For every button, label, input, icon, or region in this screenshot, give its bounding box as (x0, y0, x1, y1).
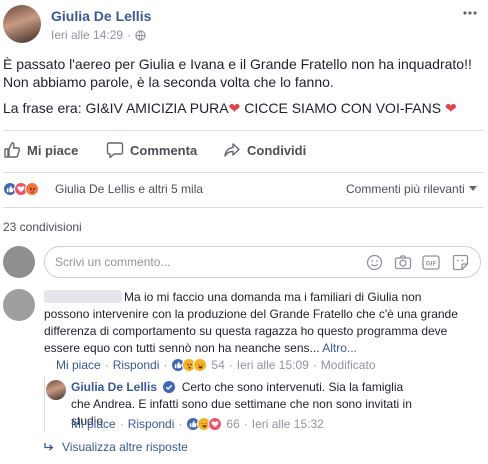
reply-timestamp[interactable]: Ieri alle 15:32 (252, 417, 324, 431)
separator: · (243, 417, 248, 431)
comment-input-placeholder: Scrivi un commento... (55, 255, 171, 269)
reply-reaction-count: 66 (226, 417, 240, 431)
thumbs-up-icon (3, 141, 21, 159)
reply-thread-line (44, 377, 45, 433)
post-text-line-2: Non abbiamo parole, è la seconda volta c… (3, 74, 334, 90)
comment-reply-link[interactable]: Rispondi (113, 358, 160, 372)
comment-sort-dropdown[interactable]: Commenti più rilevanti (346, 182, 477, 196)
globe-icon (135, 29, 146, 41)
post-text: È passato l'aereo per Giulia e Ivana e i… (3, 55, 487, 117)
like-button-label: Mi piace (27, 142, 79, 158)
comment-see-more-link[interactable]: Altro... (322, 341, 357, 355)
comment-button-label: Commenta (130, 142, 198, 158)
divider (3, 130, 483, 131)
shares-count[interactable]: 23 condivisioni (3, 220, 82, 234)
post-timestamp-text: Ieri alle 14:29 (51, 28, 124, 42)
reply-author-name[interactable]: Giulia De Lellis (71, 380, 157, 394)
reply-author-avatar[interactable] (46, 380, 66, 400)
emoji-icon[interactable] (366, 254, 383, 271)
reply-arrow-icon (44, 442, 54, 452)
post-text-line-3: La frase era: GI&IV AMICIZIA PURA❤ CICCE… (3, 99, 487, 117)
timestamp-separator: · (127, 28, 132, 42)
reaction-icons[interactable] (3, 182, 39, 196)
share-arrow-icon (223, 141, 241, 159)
post-author-name[interactable]: Giulia De Lellis (51, 8, 151, 24)
angry-reaction-icon (25, 182, 39, 196)
current-user-avatar (3, 246, 35, 278)
reply-actions: Mi piace · Rispondi · 66 · Ieri alle 15:… (71, 417, 324, 431)
share-button[interactable]: Condividi (223, 141, 306, 159)
comment-button[interactable]: Commenta (106, 141, 197, 159)
share-button-label: Condividi (247, 142, 307, 158)
separator: · (119, 417, 124, 431)
post-text-line-3-part-b: CICCE SIAMO CON VOI-FANS (240, 100, 445, 116)
post-options-ellipsis-icon[interactable] (462, 10, 478, 16)
verified-badge-icon (163, 381, 176, 393)
post-timestamp[interactable]: Ieri alle 14:29 · (51, 28, 146, 42)
divider (3, 172, 483, 173)
reply-reactions[interactable]: 66 (186, 417, 240, 431)
comment-bubble-icon (106, 141, 124, 159)
heart-icon: ❤ (444, 100, 457, 116)
view-more-replies-link[interactable]: Visualizza altre risposte (44, 440, 188, 454)
reply-like-link[interactable]: Mi piace (71, 417, 116, 431)
post-text-line-3-part-a: La frase era: GI&IV AMICIZIA PURA (3, 100, 229, 116)
comment-edited-label[interactable]: Modificato (321, 358, 376, 372)
comment-actions: Mi piace · Rispondi · 54 · Ieri alle 15:… (56, 358, 376, 372)
comment-sort-label: Commenti più rilevanti (346, 182, 465, 196)
separator: · (163, 358, 168, 372)
haha-reaction-icon (193, 358, 208, 372)
separator: · (178, 417, 183, 431)
comment-text: Ma io mi faccio una domanda ma i familia… (44, 289, 464, 357)
camera-icon[interactable] (394, 254, 412, 271)
separator: · (228, 358, 233, 372)
view-more-replies-label: Visualizza altre risposte (62, 440, 188, 454)
post-text-line-1: È passato l'aereo per Giulia e Ivana e i… (3, 56, 472, 72)
divider (3, 207, 483, 208)
love-reaction-icon (208, 417, 223, 431)
caret-down-icon (468, 186, 477, 192)
separator: · (312, 358, 317, 372)
svg-text:GIF: GIF (426, 261, 437, 268)
comment-body: Ma io mi faccio una domanda ma i familia… (44, 290, 458, 355)
comment-input[interactable]: Scrivi un commento... GIF (44, 246, 481, 278)
heart-icon: ❤ (228, 100, 241, 116)
comment-like-link[interactable]: Mi piace (56, 358, 101, 372)
sticker-icon[interactable] (452, 254, 469, 271)
comment-reactions[interactable]: 54 (171, 358, 225, 372)
comment-timestamp[interactable]: Ieri alle 15:09 (237, 358, 309, 372)
commenter-avatar[interactable] (3, 289, 35, 321)
gif-icon[interactable]: GIF (422, 255, 440, 270)
reply-reply-link[interactable]: Rispondi (128, 417, 175, 431)
separator: · (104, 358, 109, 372)
comment-reaction-count: 54 (211, 358, 225, 372)
reactions-summary[interactable]: Giulia De Lellis e altri 5 mila (55, 182, 203, 196)
like-button[interactable]: Mi piace (3, 141, 78, 159)
post-author-avatar[interactable] (3, 5, 41, 43)
